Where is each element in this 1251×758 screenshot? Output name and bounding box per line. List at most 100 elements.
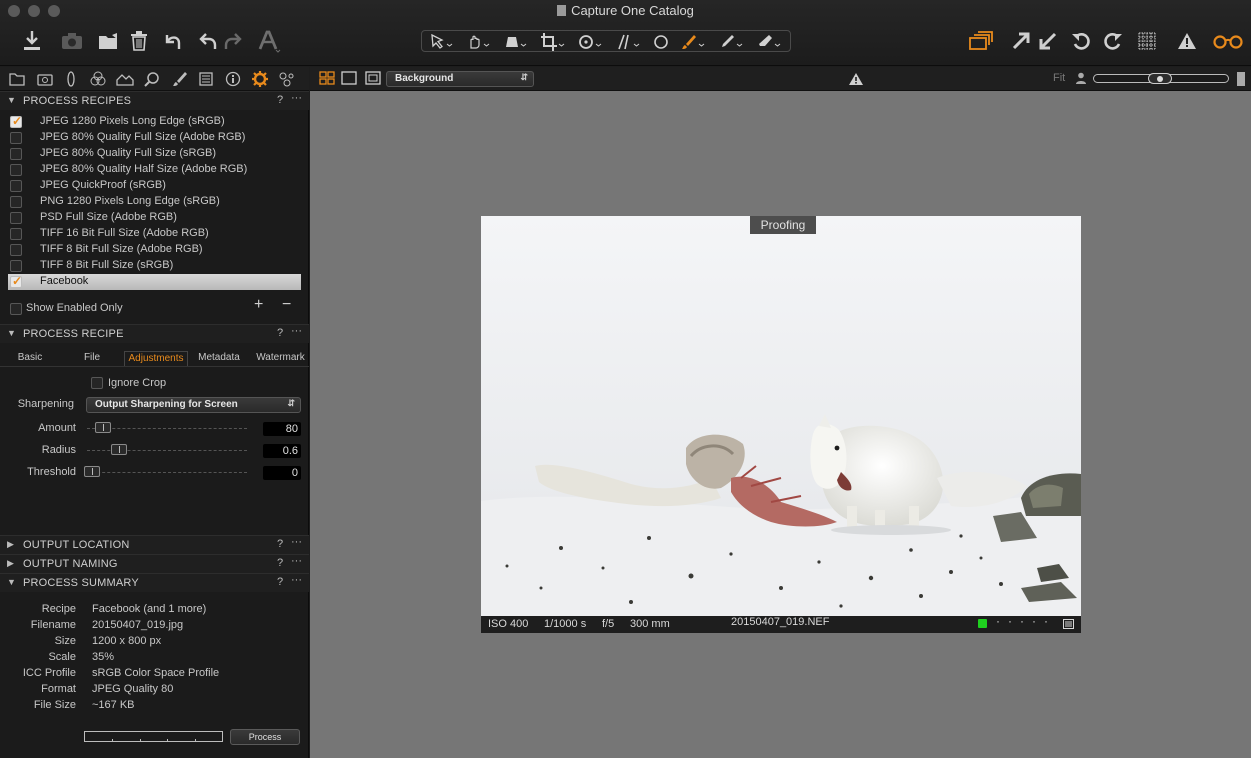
recipe-checkbox[interactable] (10, 164, 22, 176)
more-icon[interactable]: ··· (291, 574, 302, 586)
radius-input[interactable]: 0.6 (263, 444, 301, 458)
import-icon[interactable] (19, 28, 45, 54)
tab-metadata[interactable]: Metadata (193, 351, 245, 366)
tab-watermark[interactable]: Watermark (252, 351, 309, 366)
import-arrow-icon[interactable] (1035, 28, 1061, 54)
camera-icon[interactable] (35, 69, 55, 89)
batch-icon[interactable] (277, 69, 297, 89)
move-folder-icon[interactable] (97, 28, 123, 54)
exposure-icon[interactable] (115, 69, 135, 89)
process-summary-header[interactable]: ▼ PROCESS SUMMARY ? ··· (0, 573, 309, 592)
remove-recipe-button[interactable]: − (282, 296, 291, 314)
process-button[interactable]: Process (230, 729, 300, 745)
zoom-slider-handle[interactable] (1148, 73, 1172, 84)
camera-icon[interactable] (59, 28, 85, 54)
add-recipe-button[interactable]: + (254, 296, 263, 314)
recipe-checkbox[interactable] (10, 196, 22, 208)
lens-icon[interactable] (61, 69, 81, 89)
redo-icon[interactable] (220, 28, 246, 54)
zoom-fit-label[interactable]: Fit (1053, 72, 1065, 84)
ignore-crop[interactable]: Ignore Crop (90, 377, 230, 391)
recipe-checkbox[interactable] (10, 132, 22, 144)
threshold-slider-handle[interactable] (84, 466, 100, 477)
sharpening-select[interactable]: Output Sharpening for Screen ⇵ (86, 397, 301, 413)
rotate-icon[interactable] (577, 33, 603, 51)
recipe-item[interactable]: TIFF 8 Bit Full Size (sRGB) (8, 258, 301, 274)
recipe-item[interactable]: JPEG 1280 Pixels Long Edge (sRGB) (8, 114, 301, 130)
crop-icon[interactable] (540, 33, 566, 51)
recipe-item[interactable]: Facebook (8, 274, 301, 290)
show-enabled-only[interactable]: Show Enabled Only (8, 301, 208, 317)
recipe-item[interactable]: JPEG 80% Quality Half Size (Adobe RGB) (8, 162, 301, 178)
picker-icon[interactable] (718, 33, 744, 51)
recipe-checkbox[interactable] (10, 114, 22, 128)
tab-basic[interactable]: Basic (4, 351, 56, 366)
output-icon[interactable] (250, 69, 270, 89)
metadata-icon[interactable] (196, 69, 216, 89)
recipe-item[interactable]: JPEG 80% Quality Full Size (Adobe RGB) (8, 130, 301, 146)
ignore-crop-checkbox[interactable] (91, 377, 103, 389)
recipe-checkbox[interactable] (10, 212, 22, 224)
process-recipe-header[interactable]: ▼ PROCESS RECIPE ? ··· (0, 324, 309, 343)
output-location-header[interactable]: ▶ OUTPUT LOCATION ? ··· (0, 535, 309, 554)
undo-alt-icon[interactable] (195, 28, 221, 54)
more-icon[interactable]: ··· (291, 536, 302, 548)
help-icon[interactable]: ? (277, 94, 283, 106)
straighten-icon[interactable] (615, 33, 641, 51)
keystone-icon[interactable] (504, 33, 528, 51)
single-view-icon[interactable] (341, 71, 357, 88)
info-icon[interactable] (223, 69, 243, 89)
grid-view-icon[interactable] (319, 71, 335, 88)
spot-icon[interactable] (652, 33, 670, 51)
help-icon[interactable]: ? (277, 576, 283, 588)
help-icon[interactable]: ? (277, 327, 283, 339)
folder-icon[interactable] (7, 69, 27, 89)
proof-view-icon[interactable] (365, 71, 381, 88)
recipe-checkbox[interactable] (10, 148, 22, 160)
photo-preview[interactable] (481, 216, 1081, 616)
grid-icon[interactable] (1134, 28, 1160, 54)
recipe-item[interactable]: TIFF 16 Bit Full Size (Adobe RGB) (8, 226, 301, 242)
proofing-profile-select[interactable]: Background ⇵ (386, 71, 534, 87)
trash-icon[interactable] (126, 28, 152, 54)
help-icon[interactable]: ? (277, 557, 283, 569)
color-tag-indicator[interactable] (978, 619, 987, 628)
amount-slider-handle[interactable] (95, 422, 111, 433)
recipe-checkbox[interactable] (10, 244, 22, 256)
radius-slider-handle[interactable] (111, 444, 127, 455)
zoom-in-icon[interactable] (1236, 71, 1246, 90)
warning-icon[interactable] (848, 72, 864, 89)
glasses-icon[interactable] (1212, 28, 1244, 54)
recipe-item[interactable]: PSD Full Size (Adobe RGB) (8, 210, 301, 226)
rotate-left-icon[interactable] (1068, 28, 1094, 54)
process-recipes-header[interactable]: ▼ PROCESS RECIPES ? ··· (0, 91, 309, 110)
pan-icon[interactable] (467, 33, 491, 51)
recipe-checkbox[interactable] (10, 228, 22, 240)
warning-icon[interactable] (1174, 28, 1200, 54)
more-icon[interactable]: ··· (291, 555, 302, 567)
recipe-checkbox[interactable] (10, 180, 22, 192)
undo-icon[interactable] (160, 28, 186, 54)
recipe-item[interactable]: PNG 1280 Pixels Long Edge (sRGB) (8, 194, 301, 210)
amount-input[interactable]: 80 (263, 422, 301, 436)
brush-icon[interactable] (680, 33, 706, 51)
select-icon[interactable] (430, 33, 454, 51)
info-icon[interactable] (1063, 619, 1074, 632)
recipe-checkbox[interactable] (10, 260, 22, 272)
brush-icon[interactable] (169, 69, 189, 89)
recipe-item[interactable]: JPEG QuickProof (sRGB) (8, 178, 301, 194)
recipe-item[interactable]: TIFF 8 Bit Full Size (Adobe RGB) (8, 242, 301, 258)
details-icon[interactable] (142, 69, 162, 89)
tab-file[interactable]: File (66, 351, 118, 366)
output-naming-header[interactable]: ▶ OUTPUT NAMING ? ··· (0, 554, 309, 573)
help-icon[interactable]: ? (277, 538, 283, 550)
threshold-input[interactable]: 0 (263, 466, 301, 480)
more-icon[interactable]: ··· (291, 92, 302, 104)
recipe-item[interactable]: JPEG 80% Quality Full Size (sRGB) (8, 146, 301, 162)
rating-dots[interactable]: ····· (996, 614, 1056, 628)
amount-slider[interactable] (87, 428, 247, 429)
export-icon[interactable] (1008, 28, 1034, 54)
zoom-slider[interactable] (1093, 73, 1229, 84)
eraser-icon[interactable] (756, 33, 782, 51)
text-icon[interactable] (256, 28, 282, 54)
